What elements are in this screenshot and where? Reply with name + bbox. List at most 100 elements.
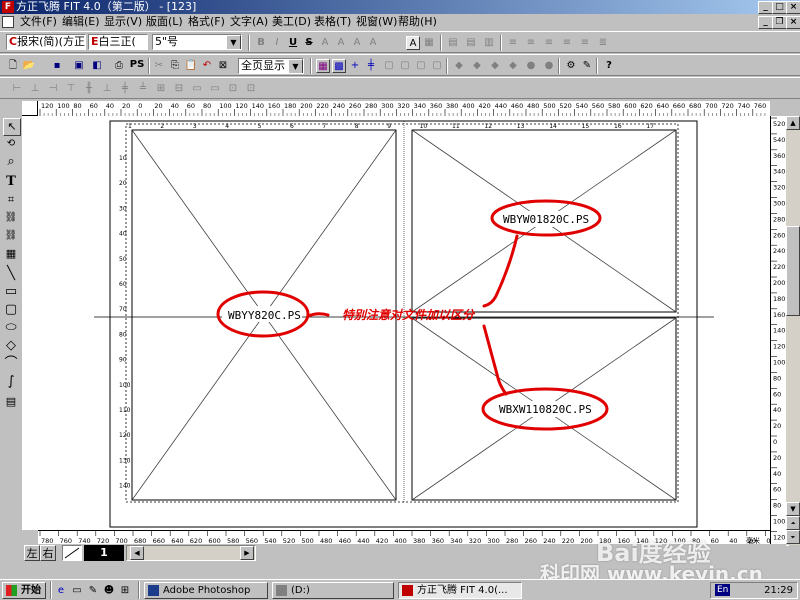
ruler-origin[interactable] [22, 101, 38, 116]
grid-tool-icon[interactable]: ▤ [3, 394, 19, 410]
object-e-icon[interactable]: ● [524, 59, 538, 73]
quicklaunch-2-icon[interactable]: ⊞ [118, 584, 132, 598]
menu-view[interactable]: 显示(V) [104, 15, 142, 29]
app-icon[interactable]: F [2, 1, 14, 13]
left-page-tab[interactable]: 左 [24, 545, 40, 561]
zoom-tool-icon[interactable]: ⌕ [3, 154, 19, 170]
chevron-down-icon[interactable]: ▼ [226, 35, 241, 49]
scroll-down-button[interactable]: ▼ [786, 502, 800, 516]
right-page-tab[interactable]: 右 [40, 545, 56, 561]
bold-button[interactable]: B [254, 36, 268, 50]
ie-icon[interactable]: e [54, 584, 68, 598]
open-folder-icon[interactable]: 📂 [22, 59, 36, 73]
font-cn-select[interactable]: C报宋(简)(方正) [6, 34, 86, 50]
select-tool-icon[interactable]: ↖ [3, 118, 21, 136]
object-b-icon[interactable]: ◆ [470, 59, 484, 73]
lock-icon[interactable]: ⊡ [226, 82, 240, 96]
object-a-icon[interactable]: ◆ [452, 59, 466, 73]
outdent-button[interactable]: ▤ [464, 36, 478, 50]
outline-text-button[interactable]: A [318, 36, 332, 50]
align-left-button[interactable]: ≡ [506, 36, 520, 50]
font-en-select[interactable]: E白三正( [88, 34, 148, 50]
import-icon[interactable]: ▣ [72, 59, 86, 73]
text-tool-icon[interactable]: T [3, 174, 19, 190]
print-icon[interactable]: ⎙ [112, 59, 126, 73]
align-center-button[interactable]: ≡ [524, 36, 538, 50]
new-file-icon[interactable]: 🗋 [6, 59, 20, 73]
unlock-icon[interactable]: ⊡ [244, 82, 258, 96]
menu-file[interactable]: 文件(F) [20, 15, 57, 29]
bezier-tool-icon[interactable]: ∫ [3, 374, 19, 390]
frame-b-icon[interactable]: ▢ [398, 59, 412, 73]
menu-layout[interactable]: 版面(L) [146, 15, 183, 29]
table-tool-icon[interactable]: ▦ [3, 246, 19, 262]
view-mode-select[interactable]: 全页显示 ▼ [238, 58, 304, 74]
document-canvas[interactable]: 1 2 3 4 5 6 7 8 9 10 11 12 13 14 15 16 17 10 20 30 40 50 60 70 8… [22, 116, 770, 530]
vertical-scrollbar[interactable]: ▲ ▼ ⏶ ⏷ [786, 116, 800, 545]
menu-table[interactable]: 表格(T) [314, 15, 351, 29]
menu-format[interactable]: 格式(F) [188, 15, 225, 29]
line-tool-icon[interactable]: ╲ [3, 266, 19, 282]
object-f-icon[interactable]: ● [542, 59, 556, 73]
object-c-icon[interactable]: ◆ [488, 59, 502, 73]
align-obj-right-icon[interactable]: ⊣ [46, 82, 60, 96]
distribute-h-icon[interactable]: ╪ [118, 82, 132, 96]
rounded-rect-tool-icon[interactable]: ▢ [3, 302, 19, 318]
task-explorer[interactable]: (D:) [272, 582, 394, 599]
align-button[interactable]: ▦ [422, 36, 436, 50]
superscript-button[interactable]: A [366, 36, 380, 50]
space-h-icon[interactable]: ⊞ [154, 82, 168, 96]
space-v-icon[interactable]: ⊟ [172, 82, 186, 96]
polygon-tool-icon[interactable]: ⌒ [3, 356, 19, 372]
export-icon[interactable]: ◧ [90, 59, 104, 73]
shadow-text-button[interactable]: A [334, 36, 348, 50]
redo-icon[interactable]: ⊠ [216, 59, 230, 73]
scroll-right-button[interactable]: ▶ [240, 546, 254, 560]
doc-restore-button[interactable]: ❐ [772, 16, 787, 29]
close-button[interactable]: × [786, 1, 800, 14]
align-obj-hcenter-icon[interactable]: ⊥ [28, 82, 42, 96]
align-obj-left-icon[interactable]: ⊢ [10, 82, 24, 96]
cut-icon[interactable]: ✂ [152, 59, 166, 73]
ellipse-tool-icon[interactable]: ⬭ [3, 320, 19, 336]
rotate-tool-icon[interactable]: ⟲ [3, 136, 19, 152]
layers-icon[interactable]: ⚙ [564, 59, 578, 73]
ungroup-icon[interactable]: ▭ [208, 82, 222, 96]
text-frame-button[interactable]: A [406, 36, 420, 50]
menu-text[interactable]: 文字(A) [230, 15, 268, 29]
ps-output-icon[interactable]: PS [128, 58, 146, 72]
link-tool-icon[interactable]: ⛓ [3, 210, 19, 226]
group-icon[interactable]: ▭ [190, 82, 204, 96]
indent-button[interactable]: ▤ [446, 36, 460, 50]
quicklaunch-icon[interactable]: ✎ [86, 584, 100, 598]
chevron-down-icon[interactable]: ▼ [288, 59, 303, 73]
crop-tool-icon[interactable]: ⌗ [3, 192, 19, 208]
save-icon[interactable]: ▪ [50, 59, 64, 73]
columns-button[interactable]: ▥ [482, 36, 496, 50]
page-down-button[interactable]: ⏷ [786, 530, 800, 544]
scroll-left-button[interactable]: ◀ [130, 546, 144, 560]
diamond-tool-icon[interactable]: ◇ [3, 338, 19, 354]
italic-button[interactable]: I [270, 36, 284, 50]
task-fit[interactable]: 方正飞腾 FIT 4.0(... [398, 582, 522, 599]
frame-a-icon[interactable]: ▢ [382, 59, 396, 73]
menu-help[interactable]: 帮助(H) [398, 15, 437, 29]
justify-button[interactable]: ≡ [560, 36, 574, 50]
menu-art[interactable]: 美工(D) [272, 15, 311, 29]
scroll-thumb[interactable] [786, 226, 800, 316]
menu-edit[interactable]: 编辑(E) [62, 15, 100, 29]
undo-icon[interactable]: ↶ [200, 59, 214, 73]
object-d-icon[interactable]: ◆ [506, 59, 520, 73]
minimize-button[interactable]: _ [758, 1, 773, 14]
task-photoshop[interactable]: Adobe Photoshop [144, 582, 268, 599]
start-button[interactable]: 开始 [2, 582, 46, 599]
align-obj-bottom-icon[interactable]: ⊥ [100, 82, 114, 96]
menu-window[interactable]: 视窗(W) [356, 15, 397, 29]
page-number[interactable]: 1 [84, 545, 124, 561]
hollow-text-button[interactable]: A [350, 36, 364, 50]
align-obj-vcenter-icon[interactable]: ╫ [82, 82, 96, 96]
doc-close-button[interactable]: × [786, 16, 800, 29]
font-size-select[interactable]: 5"号 ▼ [152, 34, 242, 50]
maximize-button[interactable]: □ [772, 1, 787, 14]
ime-indicator[interactable]: En [715, 584, 731, 596]
